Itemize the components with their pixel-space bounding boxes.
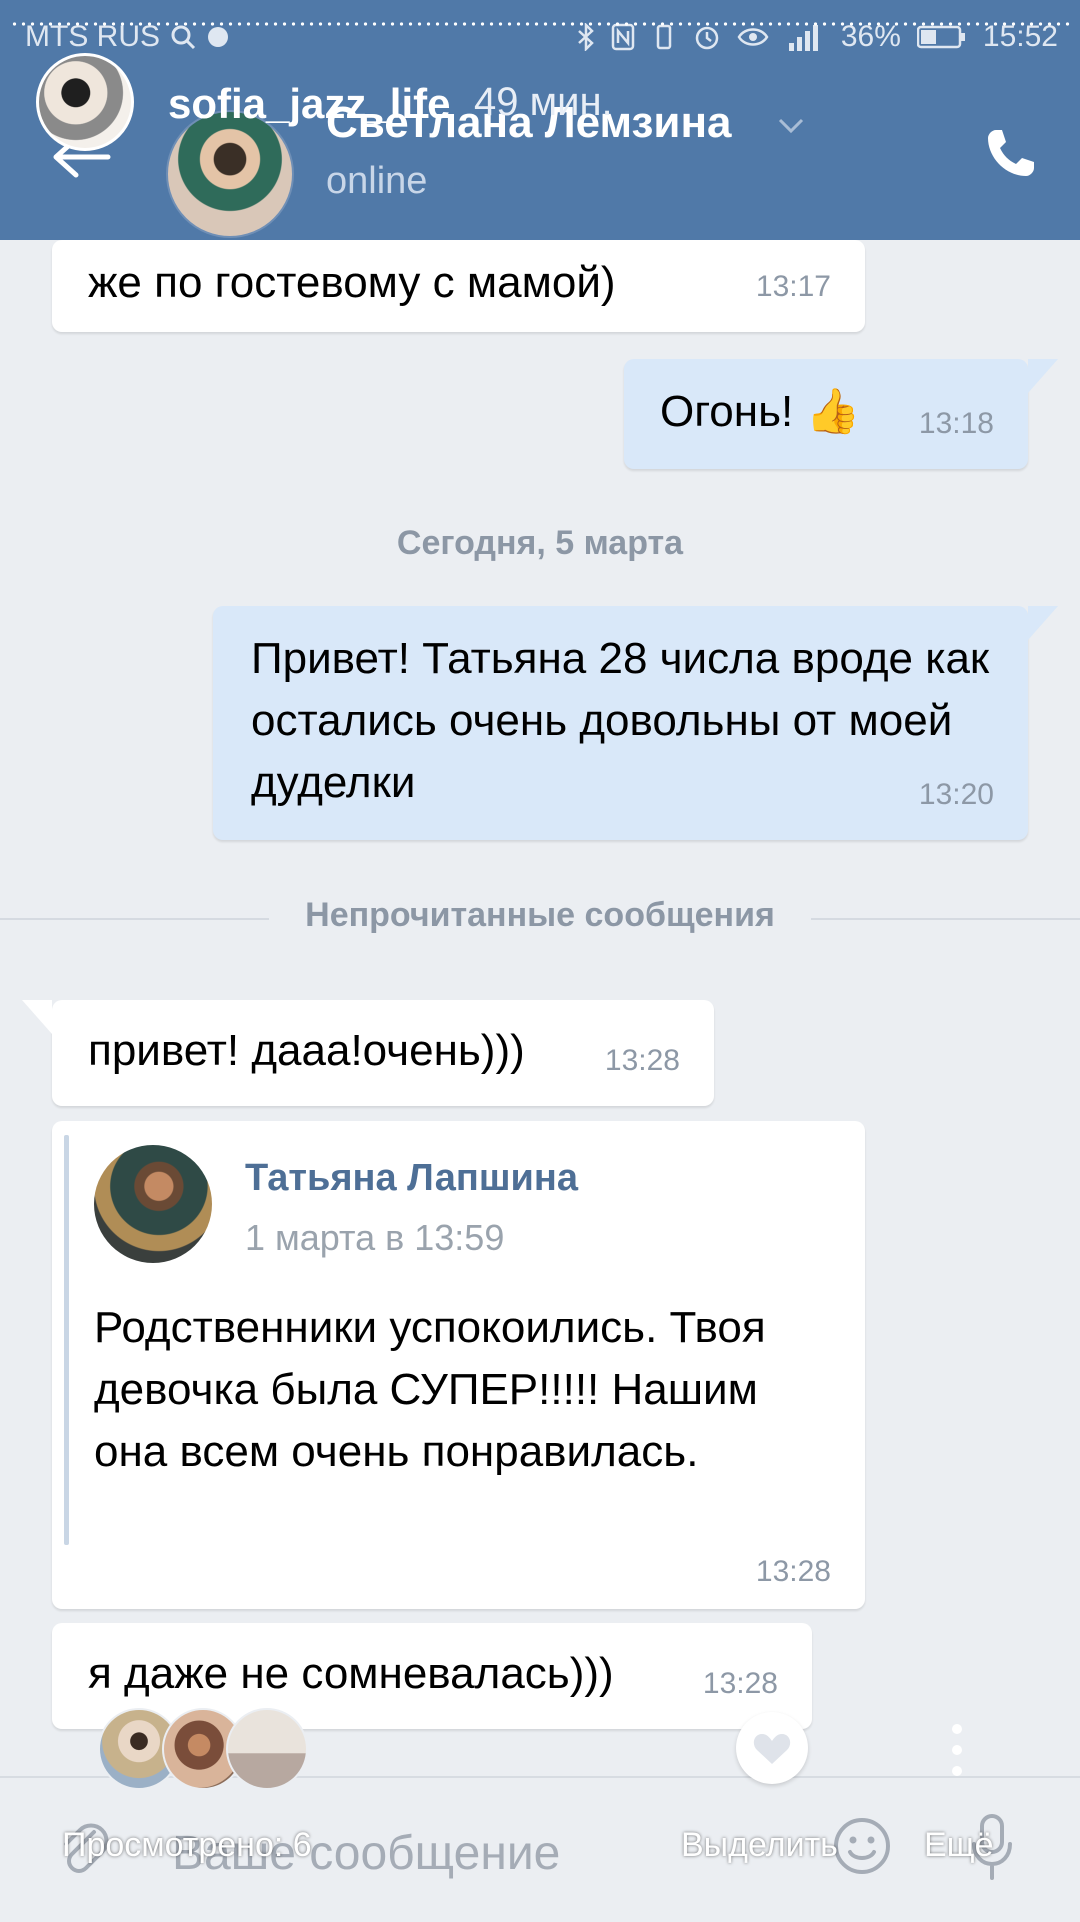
- forward-date: 1 марта в 13:59: [245, 1217, 505, 1258]
- forward-text: Родственники успокоились. Твоя девочка б…: [94, 1303, 766, 1476]
- unread-label: Непрочитанные сообщения: [0, 896, 1080, 935]
- contact-avatar[interactable]: [166, 110, 294, 238]
- contact-status: online: [326, 160, 428, 202]
- message-time: 13:18: [918, 407, 994, 440]
- story-time-ago: 49 мин.: [474, 80, 613, 124]
- forward-author-name[interactable]: Татьяна Лапшина: [245, 1157, 578, 1200]
- message-incoming[interactable]: я даже не сомневалась))) 13:28: [52, 1623, 812, 1729]
- message-text: я даже не сомневалась))): [88, 1649, 614, 1698]
- bubble-tail: [1028, 606, 1058, 640]
- message-time: 13:28: [755, 1555, 831, 1588]
- bluetooth-icon: [578, 23, 594, 51]
- story-progress-bar: [10, 22, 1070, 26]
- viewer-avatar: [226, 1708, 308, 1790]
- eye-icon: [737, 28, 769, 46]
- like-button[interactable]: [736, 1712, 808, 1784]
- message-incoming[interactable]: привет! дааа!очень))) 13:28: [22, 1000, 714, 1106]
- story-avatar[interactable]: [36, 53, 134, 151]
- bubble-tail: [1028, 359, 1058, 393]
- forward-author-avatar[interactable]: [94, 1145, 212, 1263]
- message-time: 13:28: [702, 1667, 778, 1700]
- message-text: Привет! Татьяна 28 числа вроде как остал…: [251, 634, 990, 807]
- alarm-icon: [695, 26, 719, 50]
- message-outgoing[interactable]: Привет! Татьяна 28 числа вроде как остал…: [213, 606, 1058, 840]
- app-notification-icon: [208, 27, 228, 47]
- vibrate-icon: [656, 24, 672, 50]
- message-text: привет! дааа!очень))): [88, 1026, 525, 1075]
- story-username[interactable]: sofia_jazz_life: [168, 80, 450, 128]
- battery-icon: [916, 25, 965, 49]
- message-incoming[interactable]: же по гостевому с мамой) 13:17: [52, 240, 865, 332]
- select-button[interactable]: Выделить: [681, 1826, 838, 1865]
- story-author[interactable]: sofia_jazz_life 49 мин.: [36, 52, 613, 152]
- search-icon: [171, 25, 196, 50]
- date-separator: Сегодня, 5 марта: [396, 524, 684, 562]
- forward-bar: [64, 1135, 69, 1545]
- more-button[interactable]: Ещё: [924, 1826, 994, 1865]
- heart-icon: [753, 1734, 791, 1764]
- message-time: 13:17: [755, 270, 831, 303]
- emoji-icon[interactable]: [832, 1816, 892, 1876]
- message-outgoing[interactable]: Огонь! 👍 13:18: [624, 359, 1058, 469]
- nfc-icon: [611, 23, 635, 51]
- forwarded-message[interactable]: Татьяна Лапшина 1 марта в 13:59 Родствен…: [52, 1121, 865, 1609]
- message-time: 13:20: [918, 778, 994, 811]
- phone-icon[interactable]: [982, 124, 1040, 182]
- chevron-down-icon[interactable]: [778, 118, 804, 134]
- message-text: же по гостевому с мамой): [88, 258, 616, 307]
- status-bar: MTS RUS 36% 15:52: [0, 0, 1080, 75]
- more-vertical-icon[interactable]: [950, 1722, 964, 1778]
- signal-icon: [788, 25, 818, 51]
- viewed-count[interactable]: Просмотрено: 6: [62, 1826, 312, 1865]
- message-time: 13:28: [604, 1044, 680, 1077]
- message-text: Огонь! 👍: [660, 387, 861, 436]
- unread-label-text: Непрочитанные сообщения: [269, 896, 811, 934]
- bubble-tail: [22, 1000, 52, 1034]
